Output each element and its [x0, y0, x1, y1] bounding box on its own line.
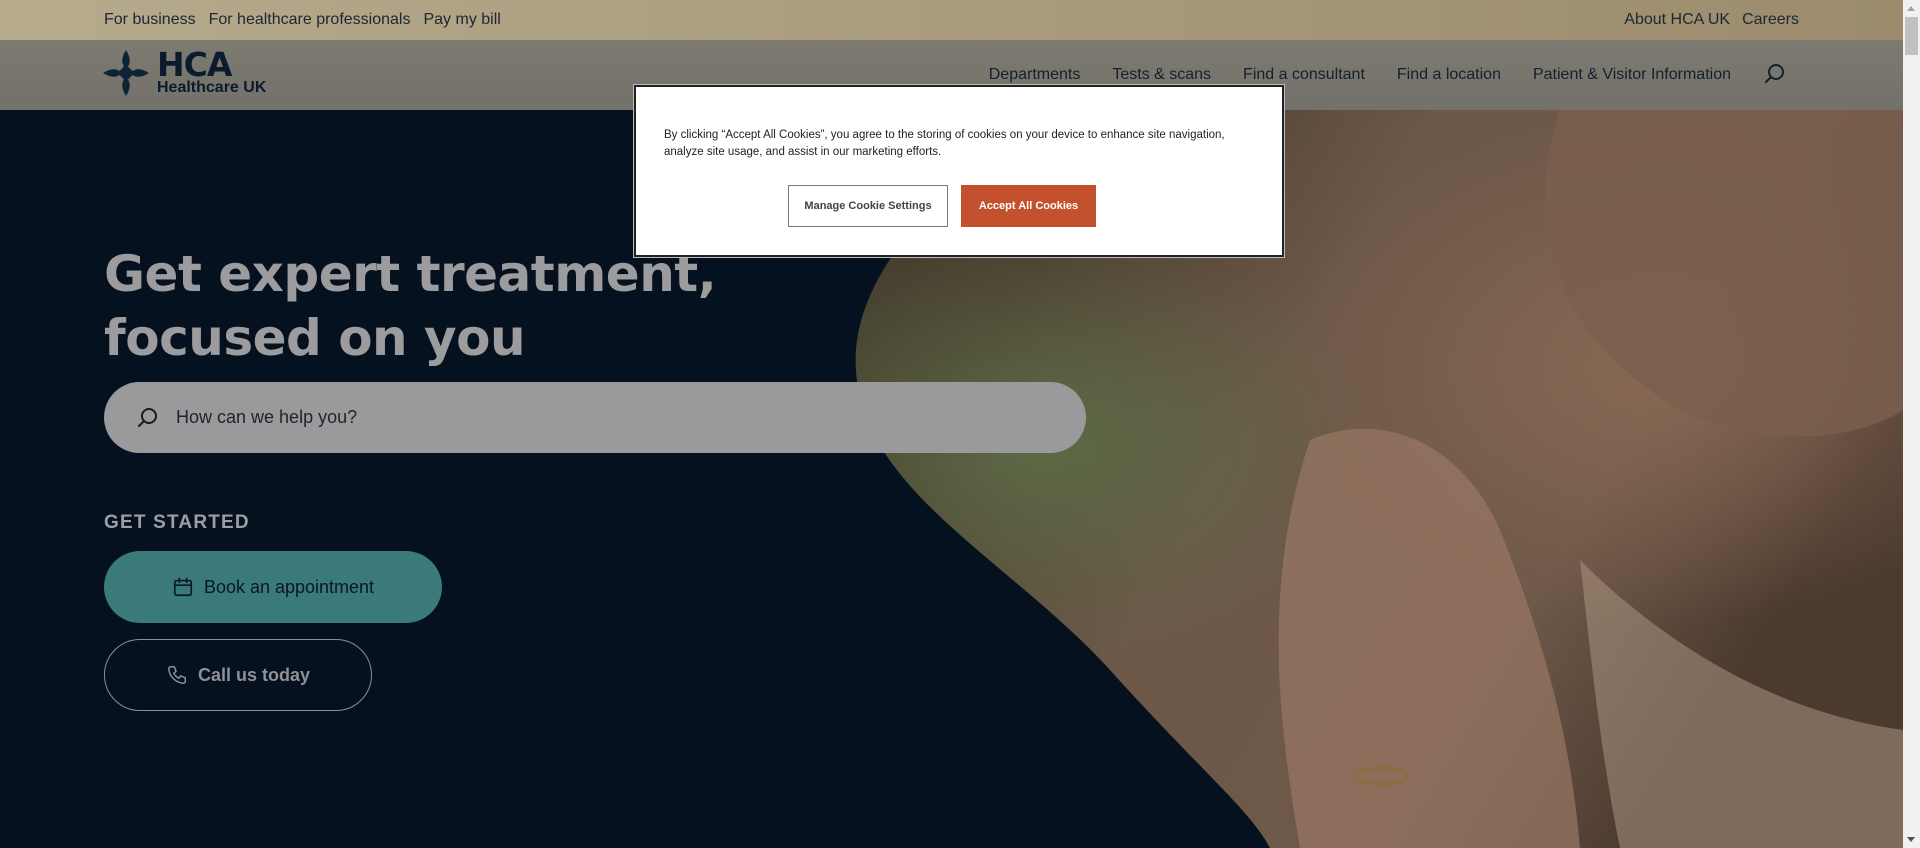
- link-for-healthcare-professionals[interactable]: For healthcare professionals: [209, 11, 411, 29]
- get-started-heading: GET STARTED: [104, 512, 250, 533]
- cookie-consent-text: By clicking “Accept All Cookies”, you ag…: [664, 129, 1225, 158]
- calendar-icon: [173, 577, 193, 597]
- book-appointment-label: Book an appointment: [203, 576, 375, 597]
- nav-find-location[interactable]: Find a location: [1397, 66, 1501, 84]
- nav-find-consultant[interactable]: Find a consultant: [1243, 66, 1365, 84]
- hero-search-input[interactable]: [176, 407, 976, 428]
- manage-cookie-settings-button[interactable]: Manage Cookie Settings: [788, 185, 948, 227]
- utility-bar: For business For healthcare professional…: [0, 0, 1903, 40]
- main-nav: Departments Tests & scans Find a consult…: [989, 66, 1731, 84]
- nav-departments[interactable]: Departments: [989, 66, 1081, 84]
- nav-patient-visitor-information[interactable]: Patient & Visitor Information: [1533, 66, 1731, 84]
- utility-links-right: About HCA UK Careers: [1624, 11, 1799, 29]
- cookie-consent-banner: By clicking “Accept All Cookies”, you ag…: [634, 85, 1284, 257]
- hero-title-line1: Get expert treatment,: [104, 245, 717, 303]
- phone-icon: [168, 666, 186, 684]
- search-icon[interactable]: [1763, 62, 1787, 86]
- call-us-button[interactable]: Call us today: [104, 639, 372, 711]
- link-pay-my-bill[interactable]: Pay my bill: [423, 11, 500, 29]
- logo-title: HCA: [157, 45, 232, 84]
- scroll-up-arrow-icon[interactable]: [1907, 6, 1915, 11]
- utility-links-left: For business For healthcare professional…: [104, 11, 501, 29]
- link-for-business[interactable]: For business: [104, 11, 196, 29]
- nav-tests-scans[interactable]: Tests & scans: [1112, 66, 1211, 84]
- page-scrollbar[interactable]: [1903, 0, 1920, 848]
- accept-all-cookies-button[interactable]: Accept All Cookies: [961, 185, 1096, 227]
- hero-search-bar[interactable]: [104, 382, 1086, 453]
- hca-logo[interactable]: HCA Healthcare UK: [103, 45, 267, 96]
- hero-title-line2: focused on you: [104, 309, 526, 367]
- scroll-thumb[interactable]: [1905, 17, 1918, 55]
- link-careers[interactable]: Careers: [1742, 11, 1799, 29]
- logo-subtitle: Healthcare UK: [157, 79, 267, 96]
- book-appointment-button[interactable]: Book an appointment: [104, 551, 442, 623]
- search-icon: [138, 407, 157, 427]
- hca-cross-logo-icon: [103, 50, 149, 96]
- link-about-hca-uk[interactable]: About HCA UK: [1624, 11, 1730, 29]
- call-us-label: Call us today: [197, 664, 311, 685]
- logo-text: HCA Healthcare UK: [157, 45, 267, 96]
- scroll-down-arrow-icon[interactable]: [1907, 837, 1915, 842]
- hero-title: Get expert treatment, focused on you: [104, 242, 717, 370]
